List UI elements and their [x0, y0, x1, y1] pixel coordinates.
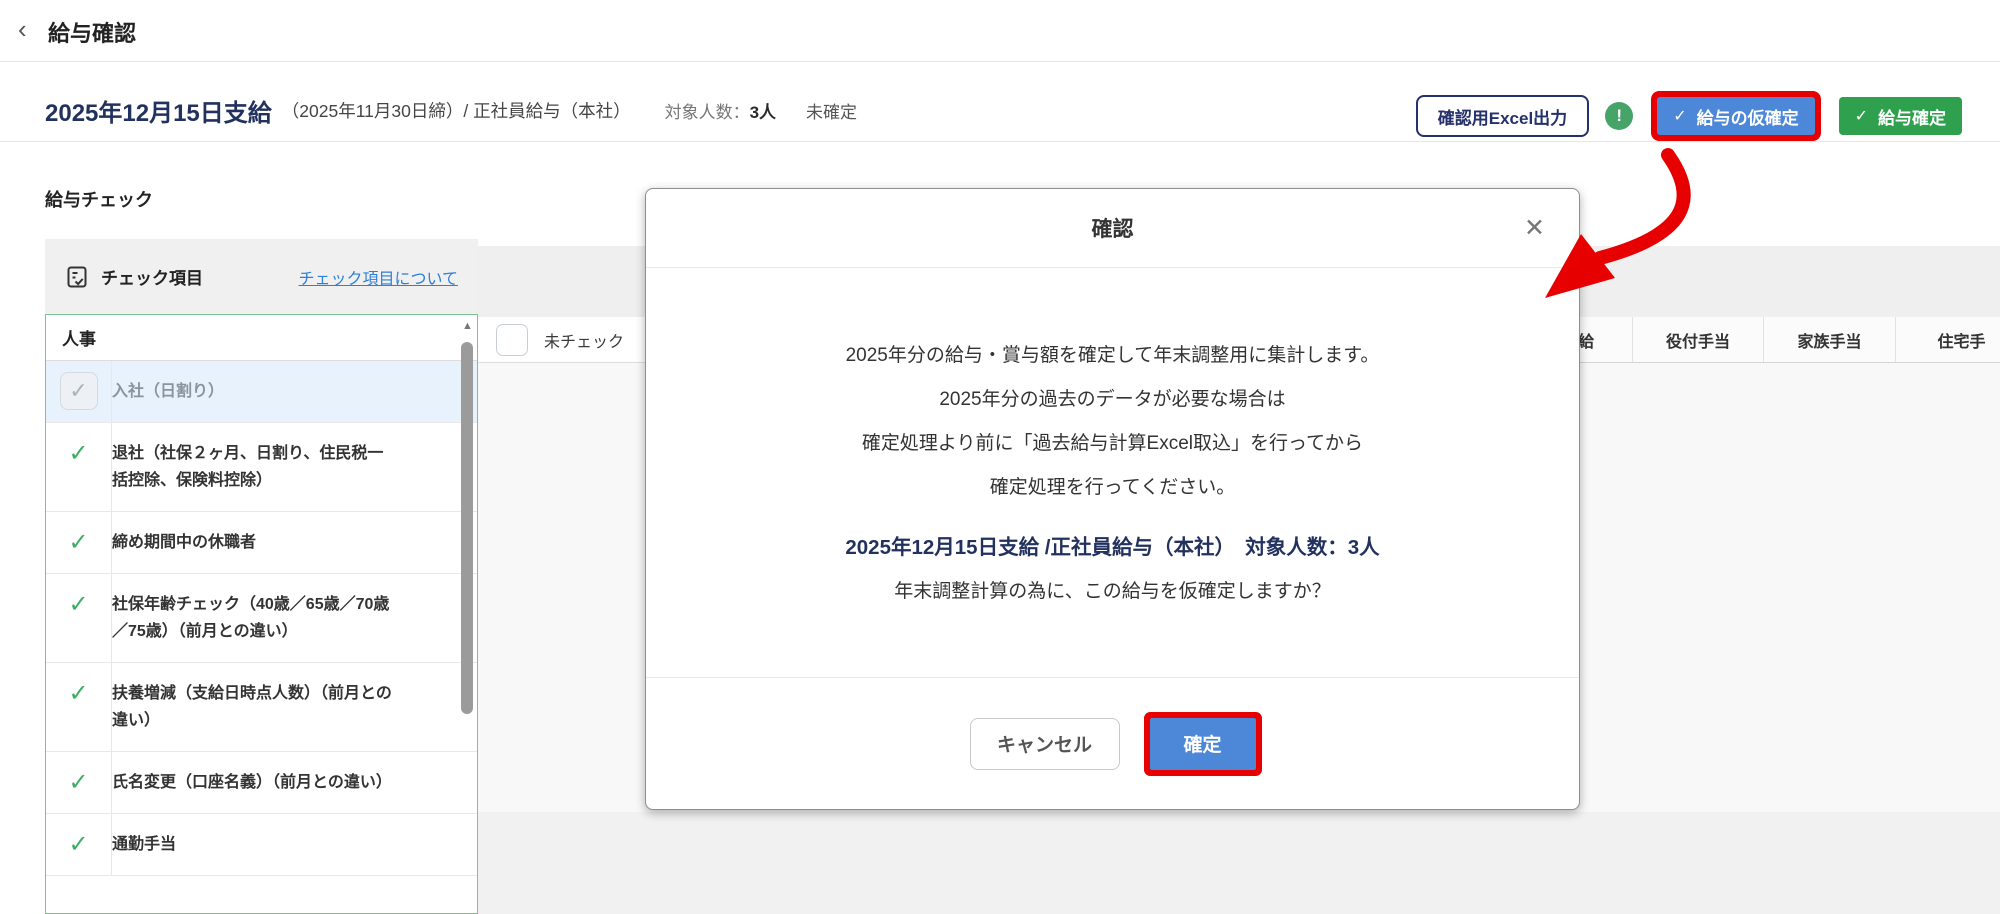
- muted-check-icon: ✓: [59, 372, 98, 410]
- check-icon: ✓: [68, 529, 89, 556]
- finalize-label: 給与確定: [1878, 108, 1946, 128]
- target-count: 対象人数：3人: [665, 98, 776, 123]
- check-cell: ✓: [46, 361, 112, 422]
- check-items-label: チェック項目: [101, 269, 203, 288]
- checklist-icon: [67, 266, 87, 287]
- scrollbar-thumb[interactable]: [461, 342, 473, 714]
- alert-icon: !: [1605, 102, 1634, 130]
- check-item-row[interactable]: ✓ 社保年齢チェック（40歳／65歳／70歳／75歳）（前月との違い）: [46, 574, 477, 663]
- check-panel-title: 給与チェック: [45, 190, 153, 210]
- back-icon[interactable]: ‹: [18, 14, 27, 44]
- check-icon: ✓: [1854, 108, 1868, 125]
- check-item-label: 締め期間中の休職者: [112, 534, 257, 551]
- check-cell: ✓: [46, 814, 112, 875]
- check-icon: ✓: [68, 440, 89, 467]
- check-icon: ✓: [68, 591, 89, 618]
- dialog-body: 2025年分の給与・賞与額を確定して年末調整用に集計します。 2025年分の過去…: [646, 268, 1579, 614]
- table-column-headers: 給 役付手当 家族手当 住宅手: [1540, 317, 2000, 363]
- cancel-button[interactable]: キャンセル: [969, 717, 1120, 770]
- dialog-text-line: 2025年分の給与・賞与額を確定して年末調整用に集計します。: [845, 345, 1380, 366]
- check-item-row[interactable]: ✓ 入社（日割り）: [46, 361, 477, 423]
- dialog-text-line: 2025年分の過去のデータが必要な場合は: [939, 389, 1286, 410]
- provisional-confirm-label: 給与の仮確定: [1696, 108, 1799, 128]
- check-list-scrollbar[interactable]: ▲: [461, 320, 474, 908]
- check-panel-header: チェック項目 チェック項目について: [45, 239, 478, 314]
- check-cell: ✓: [46, 512, 112, 573]
- check-item-label: 退社（社保２ヶ月、日割り、住民税一括控除、保険料控除）: [112, 445, 384, 489]
- check-item-label: 入社（日割り）: [112, 383, 225, 400]
- payroll-header-actions: 確認用Excel出力 ! ✓ 給与の仮確定 ✓ 給与確定: [1415, 95, 1962, 137]
- check-cell: ✓: [46, 423, 112, 511]
- check-icon: ✓: [68, 831, 89, 858]
- confirmation-dialog: 確認 ✕ 2025年分の給与・賞与額を確定して年末調整用に集計します。 2025…: [645, 188, 1580, 810]
- page-title: 給与確認: [48, 21, 137, 46]
- check-icon: ✓: [1673, 108, 1687, 125]
- column-header: 家族手当: [1764, 317, 1896, 362]
- dialog-header: 確認: [646, 189, 1579, 268]
- check-item-row[interactable]: ✓ 氏名変更（口座名義）（前月との違い）: [46, 752, 477, 814]
- check-items-about-link[interactable]: チェック項目について: [298, 265, 458, 289]
- check-item-label: 社保年齢チェック（40歳／65歳／70歳／75歳）（前月との違い）: [112, 596, 390, 640]
- check-item-label: 氏名変更（口座名義）（前月との違い）: [112, 774, 392, 791]
- payroll-header-info: 2025年12月15日支給 （2025年11月30日締）/ 正社員給与（本社） …: [45, 88, 857, 132]
- target-count-value: 3人: [749, 102, 777, 122]
- check-item-list: 人事 ✓ 入社（日割り） ✓ 退社（社保２ヶ月、日割り、住民税一括控除、保険料控…: [45, 314, 478, 914]
- payroll-confirmation-screen: ‹ 給与確認 2025年12月15日支給 （2025年11月30日締）/ 正社員…: [0, 0, 2000, 914]
- excel-export-button[interactable]: 確認用Excel出力: [1415, 95, 1590, 137]
- section-header: 人事: [46, 315, 477, 361]
- confirm-button[interactable]: 確定: [1149, 717, 1256, 770]
- column-header: 役付手当: [1633, 317, 1764, 362]
- payday-title: 2025年12月15日支給: [45, 99, 272, 127]
- status-badge: 未確定: [806, 102, 858, 122]
- scroll-up-icon[interactable]: ▲: [462, 320, 473, 332]
- provisional-confirm-button[interactable]: ✓ 給与の仮確定: [1657, 97, 1815, 135]
- finalize-button[interactable]: ✓ 給与確定: [1838, 97, 1962, 135]
- target-count-label: 対象人数：: [664, 102, 750, 122]
- column-header: 住宅手: [1896, 317, 2000, 362]
- dialog-summary-line: 2025年12月15日支給 /正社員給与（本社） 対象人数：3人: [845, 536, 1380, 559]
- check-icon: ✓: [68, 680, 89, 707]
- table-bottom-area: [478, 812, 2000, 914]
- check-item-row[interactable]: ✓ 扶養増減（支給日時点人数）（前月との違い）: [46, 663, 477, 752]
- check-item-row[interactable]: ✓ 締め期間中の休職者: [46, 512, 477, 574]
- unchecked-filter-label: 未チェック: [544, 333, 625, 351]
- top-bar: [0, 0, 2000, 62]
- dialog-footer: キャンセル 確定: [646, 677, 1579, 809]
- dialog-text-line: 確定処理を行ってください。: [989, 477, 1236, 498]
- dialog-title: 確認: [1091, 218, 1134, 241]
- dialog-question-line: 年末調整計算の為に、この給与を仮確定しますか？: [894, 581, 1331, 602]
- check-item-row[interactable]: ✓ 退社（社保２ヶ月、日割り、住民税一括控除、保険料控除）: [46, 423, 477, 512]
- unchecked-filter-checkbox[interactable]: [496, 323, 528, 356]
- check-icon: ✓: [68, 769, 89, 796]
- check-item-label: 扶養増減（支給日時点人数）（前月との違い）: [112, 685, 392, 729]
- check-item-row[interactable]: ✓ 通勤手当: [46, 814, 477, 876]
- check-item-row-partial: [46, 876, 477, 913]
- check-cell: ✓: [46, 752, 112, 813]
- check-cell: ✓: [46, 663, 112, 751]
- check-item-label: 通勤手当: [112, 836, 177, 853]
- check-cell: ✓: [46, 574, 112, 662]
- close-icon[interactable]: ✕: [1524, 213, 1545, 243]
- payday-detail: （2025年11月30日締）/ 正社員給与（本社）: [281, 100, 631, 121]
- dialog-text-line: 確定処理より前に「過去給与計算Excel取込」を行ってから: [861, 433, 1364, 454]
